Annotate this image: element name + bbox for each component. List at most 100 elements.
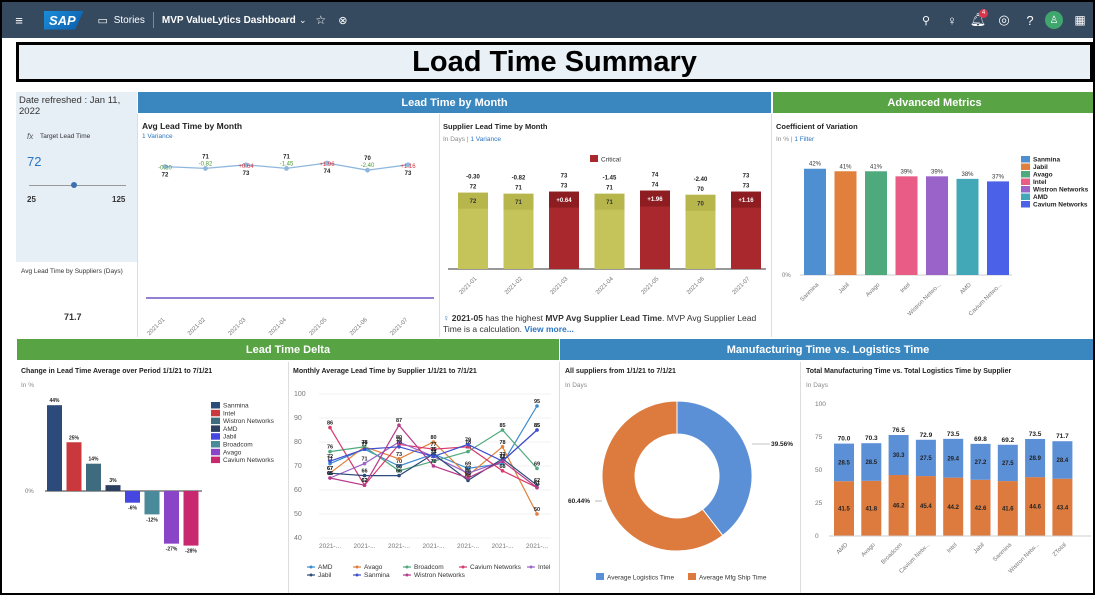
bar: [804, 168, 826, 275]
chevron-down-icon[interactable]: ⌄: [296, 9, 310, 31]
variance-label: -0.82: [199, 161, 213, 167]
legend-label: Wistron Networks: [1033, 187, 1089, 194]
slider-min: 25: [27, 195, 36, 204]
data-label: 73: [743, 184, 750, 190]
stories-link[interactable]: Stories: [114, 15, 145, 26]
data-label: 73: [405, 171, 412, 177]
legend-swatch: [596, 573, 604, 580]
x-tick-label: 2021-03: [228, 317, 248, 337]
bar: [926, 176, 948, 275]
legend-label: Avago: [223, 449, 242, 456]
legend-swatch: [211, 448, 220, 456]
bar: [125, 491, 140, 503]
avatar[interactable]: ♙: [1045, 11, 1063, 29]
data-label: 80: [430, 435, 436, 441]
legend-swatch: [1021, 193, 1030, 200]
data-label: 41%: [839, 164, 852, 170]
avg-lead-value: 71.7: [64, 312, 82, 322]
variance-value-label: 72: [470, 199, 477, 205]
legend-label: Wistron Networks: [223, 418, 275, 425]
x-tick-label: AMD: [959, 282, 973, 296]
data-label: 44.2: [947, 505, 959, 511]
legend-swatch: [211, 456, 220, 464]
legend-swatch: [211, 433, 220, 440]
data-label: 30.3: [893, 453, 905, 459]
data-label: 41%: [870, 164, 883, 170]
x-tick-label: 2021-...: [319, 543, 341, 550]
legend-label: Broadcom: [223, 442, 253, 449]
header-lead-time-month: Lead Time by Month: [138, 92, 771, 113]
data-label: 65: [327, 471, 333, 477]
header-lead-time-delta: Lead Time Delta: [17, 339, 559, 360]
change-chart-title: Change in Lead Time Average over Period …: [21, 368, 213, 375]
target-slider[interactable]: [29, 185, 126, 186]
data-label: 74: [430, 449, 437, 455]
favorite-star-icon[interactable]: ☆: [310, 9, 332, 31]
dashboard-title[interactable]: MVP ValueLytics Dashboard: [162, 15, 296, 26]
bar: [834, 171, 857, 275]
y-tick-label: 70: [294, 463, 302, 470]
data-label: 73: [396, 452, 402, 458]
legend-label: Cavium Networks: [1033, 202, 1088, 209]
variance-label: -0.82: [512, 176, 526, 182]
data-label: -28%: [185, 549, 197, 555]
total-chart-title: Total Manufacturing Time vs. Total Logis…: [806, 368, 1012, 375]
notification-icon[interactable]: 🔔︎ 4: [967, 9, 989, 31]
x-tick-label: Jabil: [838, 282, 851, 295]
bar: [105, 485, 121, 491]
y-tick-label: 50: [294, 511, 302, 518]
x-tick-label: 2021-...: [353, 543, 375, 550]
legend-label: Avago: [364, 564, 383, 571]
data-label: -27%: [166, 547, 178, 553]
legend-label: Sanmina: [223, 403, 249, 410]
data-label: 50: [534, 507, 540, 513]
legend-label: Intel: [538, 564, 551, 571]
total-label: 69.2: [1001, 437, 1014, 444]
lightbulb-icon[interactable]: ♀: [941, 9, 963, 31]
data-label: 46.2: [893, 504, 905, 510]
legend-swatch: [1021, 201, 1030, 208]
legend-label: AMD: [223, 426, 238, 433]
view-more-link[interactable]: View more...: [524, 324, 573, 334]
variance-value-label: +0.64: [556, 198, 572, 204]
legend-label: Cavium Networks: [470, 564, 522, 571]
data-label: 61: [534, 481, 540, 487]
data-label: 43.4: [1057, 505, 1069, 511]
y-tick-label: 100: [815, 401, 826, 408]
total-label: 70.0: [838, 436, 851, 443]
header-advanced-metrics: Advanced Metrics: [773, 92, 1093, 113]
data-label: 72: [162, 173, 169, 179]
legend-label: Broadcom: [414, 564, 444, 571]
data-label: 41.6: [1002, 507, 1014, 513]
feedback-icon[interactable]: ◎: [993, 9, 1015, 31]
sap-logo[interactable]: SAP: [44, 10, 84, 30]
variance-value-label: +1.16: [738, 198, 754, 204]
shell-bar: ≡ SAP ▭ Stories MVP ValueLytics Dashboar…: [2, 2, 1093, 38]
slider-handle[interactable]: [71, 182, 77, 188]
variance-label: +1.96: [319, 162, 335, 168]
search-icon[interactable]: ⚲: [915, 9, 937, 31]
menu-icon[interactable]: ≡: [8, 9, 30, 31]
bar: [47, 405, 62, 491]
avg-lead-variance[interactable]: 1 Variance: [142, 133, 173, 140]
data-label: 42.6: [975, 506, 987, 512]
total-label: 69.8: [974, 436, 987, 443]
y-tick-label: 25: [815, 500, 823, 507]
data-label: 39%: [900, 169, 913, 175]
legend-swatch: [211, 425, 220, 432]
avg-lead-time-chart: 72-0.302021-0171-0.822021-0273+0.642021-…: [146, 154, 434, 337]
legend-swatch: [529, 565, 533, 569]
data-label: 72: [470, 185, 477, 191]
bar: [895, 176, 918, 275]
legend-label: Sanmina: [1033, 157, 1060, 164]
variance-value-label: 71: [515, 200, 522, 206]
help-icon[interactable]: ?: [1019, 9, 1041, 31]
data-label: 45.4: [920, 504, 932, 510]
legend-swatch: [1021, 156, 1030, 163]
data-label: 66: [396, 469, 402, 475]
x-tick-label: 2021-...: [491, 543, 513, 550]
app-grid-icon[interactable]: ▦: [1069, 9, 1091, 31]
close-icon[interactable]: ⊗: [332, 9, 354, 31]
x-tick-label: 2021-...: [388, 543, 410, 550]
data-label: 28.5: [865, 460, 877, 466]
